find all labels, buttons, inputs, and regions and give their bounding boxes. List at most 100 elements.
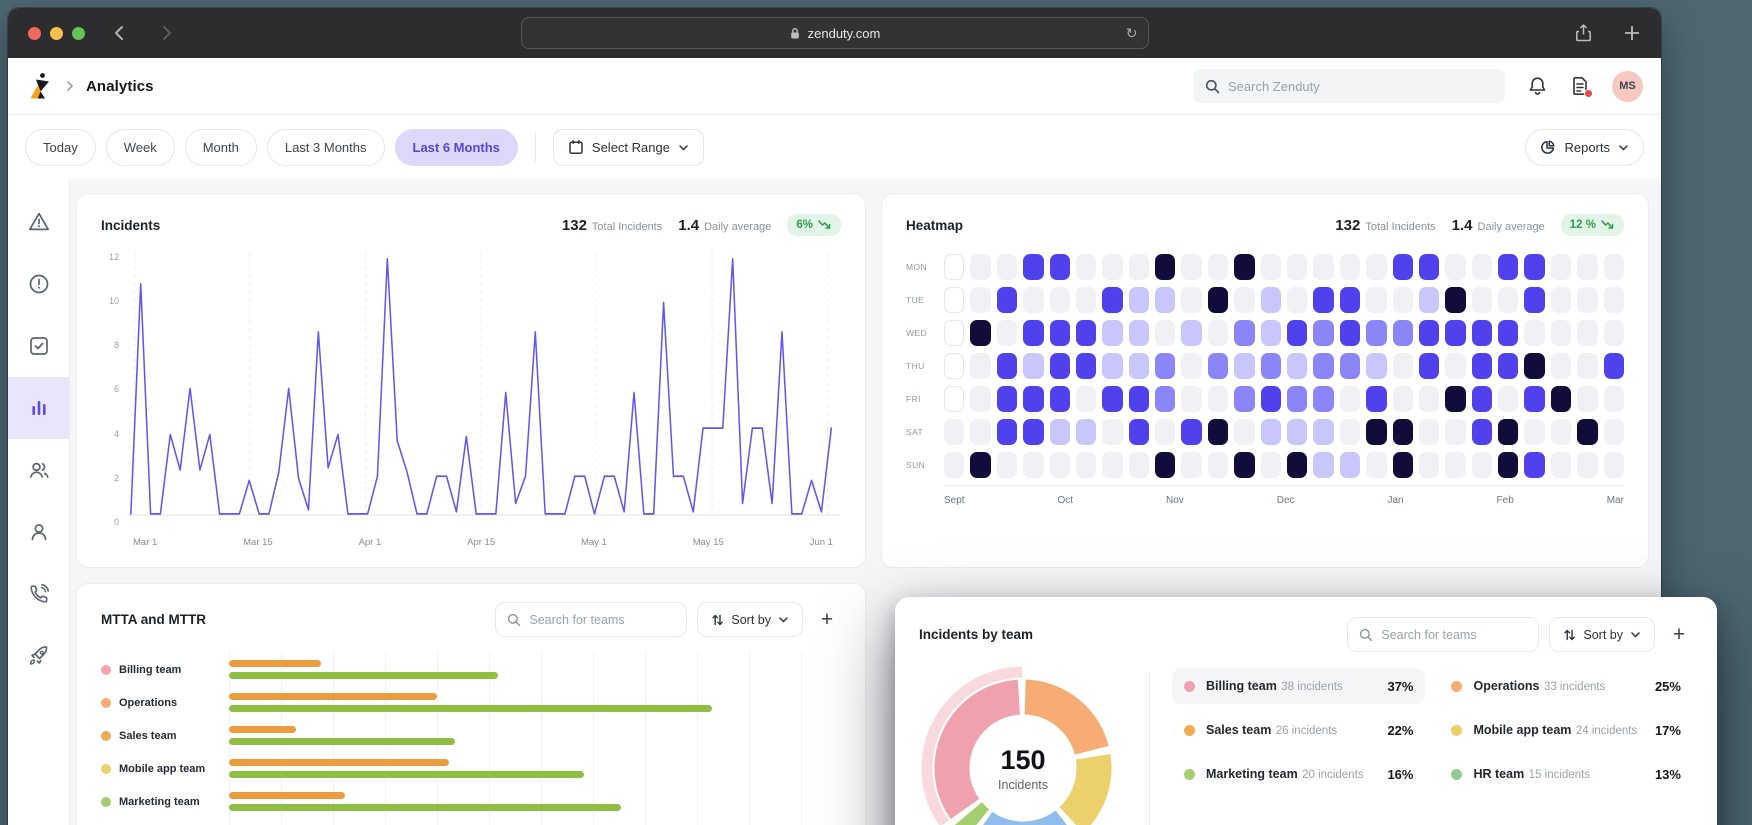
reports-button[interactable]: Reports [1525,129,1644,166]
heatmap-cell[interactable] [1076,386,1096,412]
heatmap-cell[interactable] [1023,353,1043,379]
heatmap-cell[interactable] [1445,287,1465,313]
new-tab-icon[interactable] [1623,24,1641,42]
heatmap-cell[interactable] [1604,320,1624,346]
heatmap-cell[interactable] [1155,386,1175,412]
mtta-bar[interactable] [229,759,449,766]
legend-item[interactable]: Marketing team 20 incidents 16% [1172,756,1426,792]
heatmap-cell[interactable] [944,353,964,379]
mtta-bar[interactable] [229,726,296,733]
heatmap-cell[interactable] [1102,320,1122,346]
heatmap-cell[interactable] [1313,320,1333,346]
heatmap-cell[interactable] [1234,320,1254,346]
heatmap-cell[interactable] [1340,452,1360,478]
address-bar[interactable]: zenduty.com ↻ [521,17,1149,49]
heatmap-cell[interactable] [944,254,964,280]
heatmap-cell[interactable] [970,386,990,412]
heatmap-cell[interactable] [1393,254,1413,280]
heatmap-cell[interactable] [1524,419,1544,445]
filter-pill-last-6-months[interactable]: Last 6 Months [395,129,518,166]
heatmap-cell[interactable] [1604,254,1624,280]
heatmap-cell[interactable] [1366,386,1386,412]
heatmap-cell[interactable] [1472,386,1492,412]
heatmap-cell[interactable] [1076,320,1096,346]
heatmap-cell[interactable] [1129,386,1149,412]
heatmap-cell[interactable] [1313,254,1333,280]
heatmap-cell[interactable] [1208,419,1228,445]
heatmap-cell[interactable] [1208,287,1228,313]
heatmap-cell[interactable] [1261,287,1281,313]
heatmap-cell[interactable] [1577,452,1597,478]
heatmap-cell[interactable] [1181,254,1201,280]
mttr-bar[interactable] [229,672,498,679]
filter-pill-today[interactable]: Today [25,129,96,166]
browser-forward-icon[interactable] [157,24,175,42]
heatmap-cell[interactable] [944,419,964,445]
heatmap-cell[interactable] [1076,452,1096,478]
heatmap-cell[interactable] [1287,353,1307,379]
heatmap-cell[interactable] [1498,452,1518,478]
heatmap-cell[interactable] [1129,254,1149,280]
heatmap-cell[interactable] [1234,452,1254,478]
sort-by-button[interactable]: Sort by [1549,617,1655,652]
heatmap-cell[interactable] [1577,254,1597,280]
heatmap-cell[interactable] [1445,452,1465,478]
heatmap-cell[interactable] [1340,287,1360,313]
filter-pill-last-3-months[interactable]: Last 3 Months [267,129,385,166]
heatmap-cell[interactable] [1472,452,1492,478]
heatmap-cell[interactable] [997,353,1017,379]
heatmap-cell[interactable] [1129,353,1149,379]
heatmap-cell[interactable] [1102,287,1122,313]
heatmap-cell[interactable] [1419,386,1439,412]
zenduty-logo[interactable] [26,71,56,101]
sidebar-item-tasks[interactable] [8,315,69,377]
heatmap-cell[interactable] [1023,320,1043,346]
heatmap-cell[interactable] [1181,287,1201,313]
add-widget-button[interactable]: + [1665,621,1693,649]
heatmap-cell[interactable] [1287,320,1307,346]
heatmap-cell[interactable] [997,452,1017,478]
heatmap-cell[interactable] [1208,353,1228,379]
heatmap-cell[interactable] [997,254,1017,280]
heatmap-cell[interactable] [1155,254,1175,280]
mtta-bar[interactable] [229,792,345,799]
heatmap-cell[interactable] [1155,320,1175,346]
heatmap-cell[interactable] [1472,287,1492,313]
heatmap-cell[interactable] [1340,386,1360,412]
heatmap-cell[interactable] [1261,419,1281,445]
heatmap-cell[interactable] [1313,353,1333,379]
sidebar-item-alerts[interactable] [8,253,69,315]
heatmap-cell[interactable] [1524,254,1544,280]
heatmap-cell[interactable] [1129,452,1149,478]
heatmap-cell[interactable] [997,419,1017,445]
sidebar-item-teams[interactable] [8,439,69,501]
heatmap-cell[interactable] [1551,452,1571,478]
heatmap-cell[interactable] [1340,353,1360,379]
heatmap-cell[interactable] [1366,320,1386,346]
team-search[interactable] [495,602,687,637]
heatmap-cell[interactable] [1234,353,1254,379]
heatmap-cell[interactable] [970,452,990,478]
team-search-input[interactable] [1381,628,1527,642]
heatmap-cell[interactable] [1604,353,1624,379]
heatmap-cell[interactable] [1340,254,1360,280]
heatmap-cell[interactable] [1577,419,1597,445]
heatmap-cell[interactable] [1287,419,1307,445]
heatmap-cell[interactable] [1577,353,1597,379]
zoom-window-button[interactable] [72,27,85,40]
mtta-bar[interactable] [229,660,321,667]
heatmap-cell[interactable] [1498,419,1518,445]
heatmap-cell[interactable] [1181,419,1201,445]
heatmap-cell[interactable] [1551,287,1571,313]
heatmap-cell[interactable] [1366,287,1386,313]
heatmap-cell[interactable] [1076,419,1096,445]
heatmap-cell[interactable] [1076,353,1096,379]
heatmap-cell[interactable] [1551,254,1571,280]
heatmap-cell[interactable] [1023,254,1043,280]
heatmap-cell[interactable] [970,254,990,280]
heatmap-cell[interactable] [1393,320,1413,346]
notifications-bell-icon[interactable] [1527,75,1548,97]
heatmap-cell[interactable] [1261,320,1281,346]
sort-by-button[interactable]: Sort by [697,602,803,637]
heatmap-cell[interactable] [1313,386,1333,412]
